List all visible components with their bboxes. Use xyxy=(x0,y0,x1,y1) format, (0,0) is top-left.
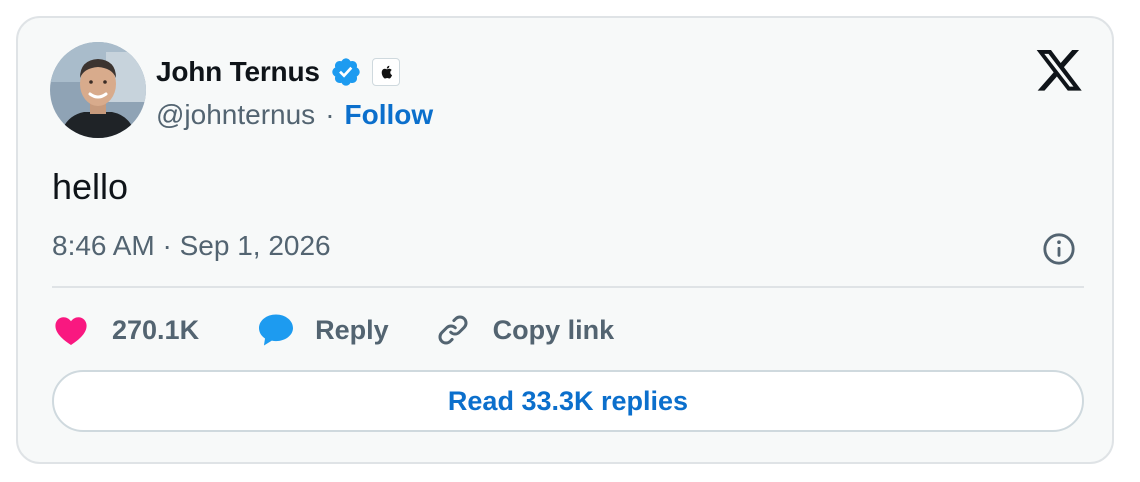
action-bar: 270.1K Reply Copy link xyxy=(54,308,614,352)
avatar[interactable] xyxy=(50,42,146,138)
author-handle[interactable]: @johnternus xyxy=(156,99,315,131)
speech-bubble-icon xyxy=(259,314,294,346)
reply-button[interactable]: Reply xyxy=(257,313,389,347)
read-replies-button[interactable]: Read 33.3K replies xyxy=(52,370,1084,432)
heart-icon xyxy=(55,317,87,346)
author-name-row: John Ternus xyxy=(156,52,400,92)
handle-separator: · xyxy=(325,99,335,130)
copy-link-label: Copy link xyxy=(492,314,615,345)
apple-logo-icon xyxy=(381,65,392,79)
x-logo-icon[interactable] xyxy=(1036,50,1082,92)
copy-link-button[interactable]: Copy link xyxy=(435,312,615,348)
like-button[interactable]: 270.1K xyxy=(54,314,199,346)
tweet-embed-card: John Ternus @johnternus · Follow hello 8… xyxy=(16,16,1114,464)
affiliation-badge[interactable] xyxy=(371,58,400,86)
tweet-timestamp[interactable]: 8:46 AM · Sep 1, 2026 xyxy=(52,230,331,262)
like-count: 270.1K xyxy=(112,314,200,345)
follow-link[interactable]: Follow xyxy=(345,99,434,131)
author-name[interactable]: John Ternus xyxy=(156,56,320,88)
info-icon[interactable] xyxy=(1042,232,1076,266)
author-handle-row: @johnternus · Follow xyxy=(156,96,433,134)
divider xyxy=(52,286,1084,288)
reply-label: Reply xyxy=(315,314,389,345)
link-icon xyxy=(438,315,468,345)
tweet-text: hello xyxy=(52,166,129,207)
verified-badge-icon xyxy=(332,58,360,86)
profile-photo xyxy=(50,42,146,138)
